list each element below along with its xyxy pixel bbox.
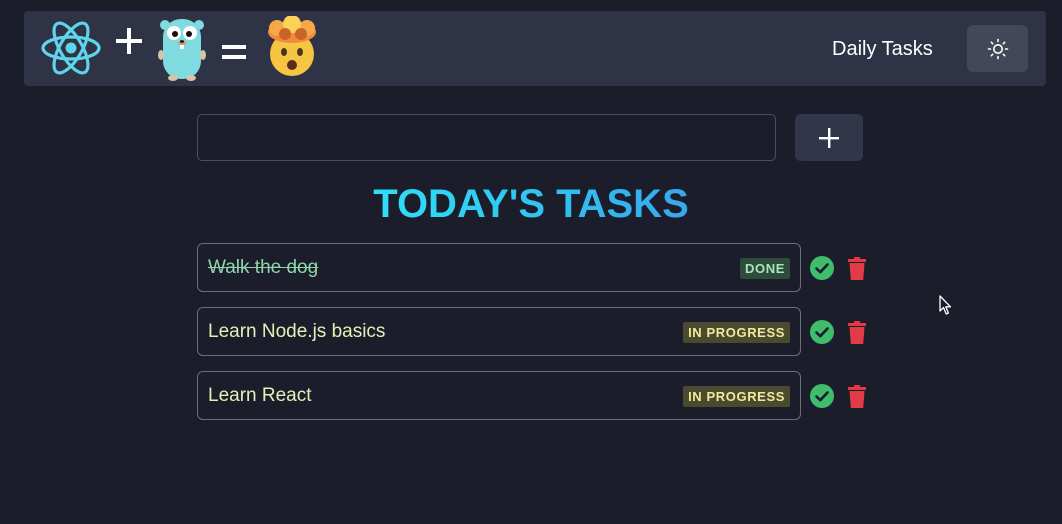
navbar: Daily Tasks [24, 11, 1046, 86]
task-text: Learn Node.js basics [208, 321, 386, 342]
complete-task-icon[interactable] [810, 256, 834, 280]
react-logo-icon [41, 21, 101, 75]
delete-task-icon[interactable] [848, 321, 866, 344]
mind-blown-emoji-icon [268, 16, 316, 76]
plus-sign-icon [116, 28, 142, 54]
status-badge: IN PROGRESS [683, 386, 790, 407]
delete-task-icon[interactable] [848, 257, 866, 280]
task-item: Walk the dog DONE [197, 243, 801, 292]
sun-icon [987, 38, 1008, 59]
task-text: Walk the dog [208, 257, 319, 278]
new-task-input[interactable] [197, 114, 776, 161]
mouse-cursor-icon [939, 295, 952, 315]
theme-toggle-button[interactable] [967, 25, 1028, 72]
task-item: Learn React IN PROGRESS [197, 371, 801, 420]
complete-task-icon[interactable] [810, 320, 834, 344]
gopher-mascot-icon [158, 19, 206, 81]
task-text: Learn React [208, 385, 312, 406]
page-title: TODAY'S TASKS [373, 182, 689, 226]
delete-task-icon[interactable] [848, 385, 866, 408]
status-badge: IN PROGRESS [683, 322, 790, 343]
equals-sign-icon [222, 45, 246, 59]
page-title-wrap: TODAY'S TASKS [0, 180, 1062, 228]
app-title: Daily Tasks [832, 38, 933, 60]
add-task-button[interactable] [795, 114, 863, 161]
complete-task-icon[interactable] [810, 384, 834, 408]
task-item: Learn Node.js basics IN PROGRESS [197, 307, 801, 356]
plus-icon [819, 127, 839, 148]
status-badge: DONE [740, 258, 790, 279]
